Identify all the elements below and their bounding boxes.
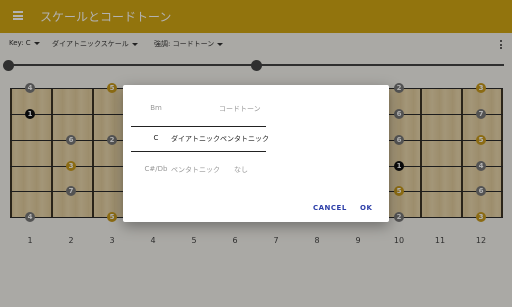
chord-scale-picker-dialog: Bm コードトーン C ダイアトニックペンタトニック C#/Db ペンタトニック… bbox=[123, 85, 389, 222]
scale-option: コードトーン bbox=[219, 105, 261, 113]
picker-row-selected[interactable]: C ダイアトニックペンタトニック bbox=[131, 134, 269, 148]
scale-option-selected: ダイアトニックペンタトニック bbox=[171, 135, 269, 143]
ok-button[interactable]: OK bbox=[360, 204, 372, 212]
extra-option: なし bbox=[234, 166, 248, 174]
picker-selection-top bbox=[131, 126, 266, 127]
chord-option: Bm bbox=[150, 104, 162, 112]
scale-option: ペンタトニック bbox=[171, 166, 220, 174]
picker-row[interactable]: C#/Db ペンタトニック なし bbox=[131, 165, 266, 179]
picker-selection-bottom bbox=[131, 151, 266, 152]
cancel-button[interactable]: CANCEL bbox=[313, 204, 347, 212]
picker-row[interactable]: Bm コードトーン bbox=[131, 104, 266, 118]
